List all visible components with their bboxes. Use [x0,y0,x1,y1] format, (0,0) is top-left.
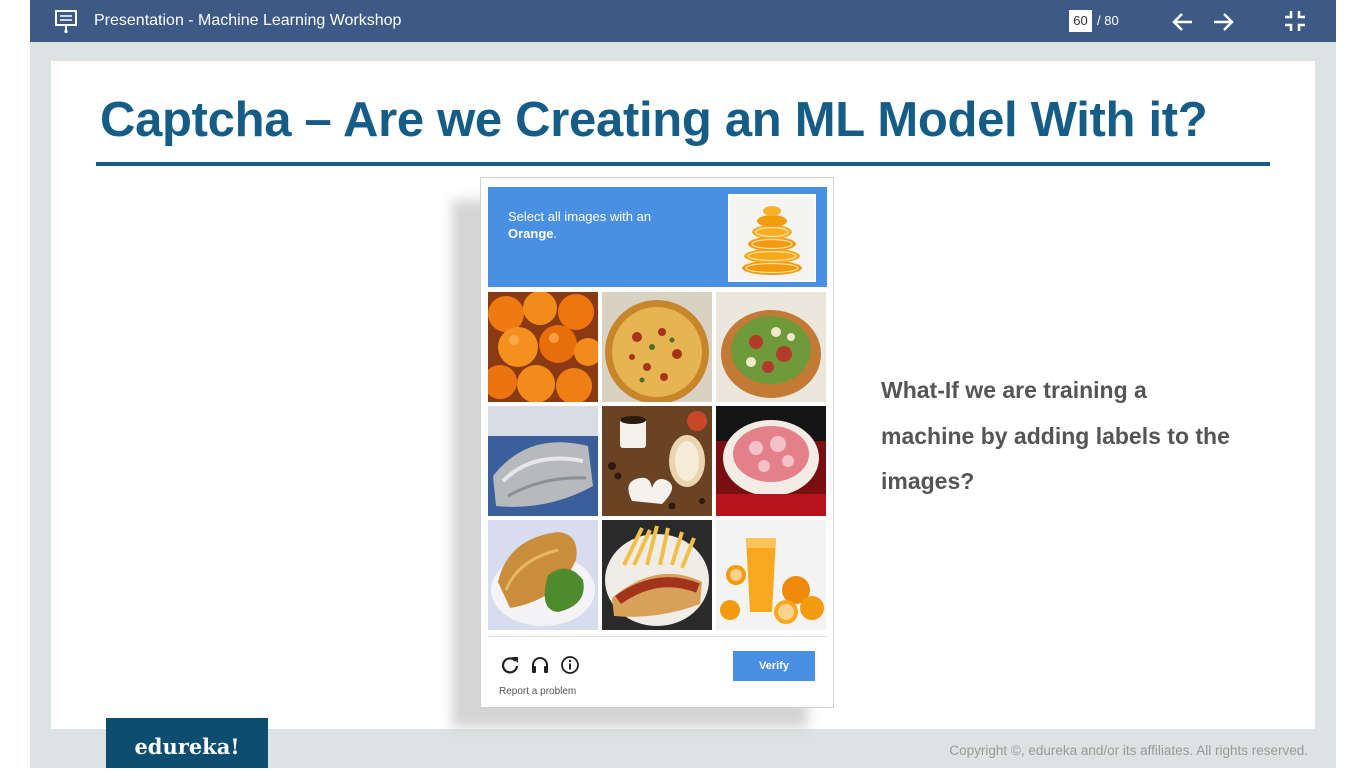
edureka-logo: edureka! [106,718,268,768]
slide-title: Captcha – Are we Creating an ML Model Wi… [100,93,1208,147]
title-underline [96,162,1270,166]
presentation-icon [55,10,77,34]
tile-salad[interactable] [716,292,826,402]
captcha-target-word: Orange [508,226,554,241]
tile-oranges[interactable] [488,292,598,402]
tile-coffee-cookies[interactable] [602,406,712,516]
report-problem-link[interactable]: Report a problem [499,686,576,697]
tile-hotdog-fries[interactable] [602,520,712,630]
tile-meat-platter[interactable] [716,406,826,516]
arrow-right-icon[interactable] [1210,9,1236,35]
captcha-prompt-period: . [553,226,558,241]
headphones-icon[interactable] [530,655,550,675]
tile-pizza[interactable] [602,292,712,402]
captcha-widget: Select all images with an Orange. Report… [480,177,834,708]
presentation-title: Presentation - Machine Learning Workshop [94,12,402,29]
tile-orange-juice[interactable] [716,520,826,630]
copyright-text: Copyright ©, edureka and/or its affiliat… [949,743,1308,758]
slide-body-text: What-If we are training a machine by add… [881,377,1230,494]
top-bar: Presentation - Machine Learning Workshop… [30,0,1336,42]
verify-button[interactable]: Verify [733,651,815,681]
captcha-footer: Report a problem Verify [488,636,827,702]
tile-foil-bread[interactable] [488,406,598,516]
captcha-header: Select all images with an Orange. [488,187,827,287]
info-icon[interactable] [560,655,580,675]
page-total: / 80 [1097,13,1119,28]
tile-sandwich[interactable] [488,520,598,630]
arrow-left-icon[interactable] [1170,9,1196,35]
current-page-input[interactable]: 60 [1069,10,1092,32]
reload-icon[interactable] [500,655,520,675]
exit-fullscreen-icon[interactable] [1282,8,1308,34]
captcha-target: Orange. [508,226,557,241]
sample-orange-image [728,194,816,282]
captcha-prompt: Select all images with an [508,209,652,224]
captcha-image-grid [488,292,827,631]
